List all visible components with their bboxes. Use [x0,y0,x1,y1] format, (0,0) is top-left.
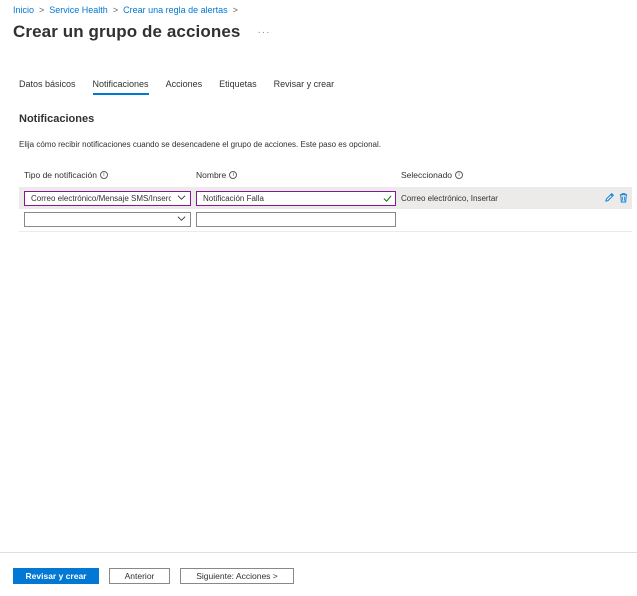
breadcrumb-item-crear-regla[interactable]: Crear una regla de alertas [123,5,228,15]
column-header-selected-label: Seleccionado [401,170,453,180]
chevron-down-icon [177,216,186,221]
notification-name-input-empty[interactable] [196,212,396,227]
section-title: Notificaciones [19,113,95,125]
column-header-name: Nombre i [196,170,238,180]
column-header-type: Tipo de notificación i [24,170,108,180]
column-header-type-label: Tipo de notificación [24,170,97,180]
trash-icon[interactable] [618,192,629,203]
row-divider [19,208,632,209]
info-icon[interactable]: i [99,171,108,179]
checkmark-icon [383,195,392,202]
tab-bar: Datos básicos Notificaciones Acciones Et… [19,79,351,95]
breadcrumb-separator: > [232,5,238,15]
breadcrumb-item-service-health[interactable]: Service Health [49,5,108,15]
more-options-icon[interactable]: ··· [257,27,270,38]
section-description: Elija cómo recibir notificaciones cuando… [19,140,381,149]
review-create-button[interactable]: Revisar y crear [13,568,99,584]
column-header-name-label: Nombre [196,170,227,180]
notification-type-value: Correo electrónico/Mensaje SMS/Inserción… [31,194,171,203]
tab-etiquetas[interactable]: Etiquetas [219,79,257,95]
notification-type-dropdown-empty[interactable] [24,212,191,227]
next-actions-button[interactable]: Siguiente: Acciones > [180,568,294,584]
info-icon[interactable]: i [455,171,464,179]
footer-divider [0,552,637,553]
chevron-down-icon [177,195,186,200]
breadcrumb-separator: > [112,5,119,15]
page-title: Crear un grupo de acciones [13,22,241,41]
notification-name-input[interactable]: Notificación Falla [196,191,396,206]
tab-revisar-y-crear[interactable]: Revisar y crear [274,79,335,95]
breadcrumb-separator: > [39,5,45,15]
info-icon[interactable]: i [229,171,238,179]
selected-value: Correo electrónico, Insertar [401,194,498,203]
tab-acciones[interactable]: Acciones [166,79,203,95]
previous-button[interactable]: Anterior [109,568,170,584]
notification-name-value: Notificación Falla [203,194,264,203]
tab-notificaciones[interactable]: Notificaciones [92,79,149,95]
breadcrumb-item-inicio[interactable]: Inicio [13,5,34,15]
pencil-icon[interactable] [604,192,615,203]
row-divider [19,231,632,232]
notification-type-dropdown[interactable]: Correo electrónico/Mensaje SMS/Inserción… [24,191,191,206]
breadcrumb: Inicio > Service Health > Crear una regl… [13,5,243,15]
column-header-selected: Seleccionado i [401,170,464,180]
title-row: Crear un grupo de acciones ··· [13,22,270,42]
tab-datos-basicos[interactable]: Datos básicos [19,79,76,95]
